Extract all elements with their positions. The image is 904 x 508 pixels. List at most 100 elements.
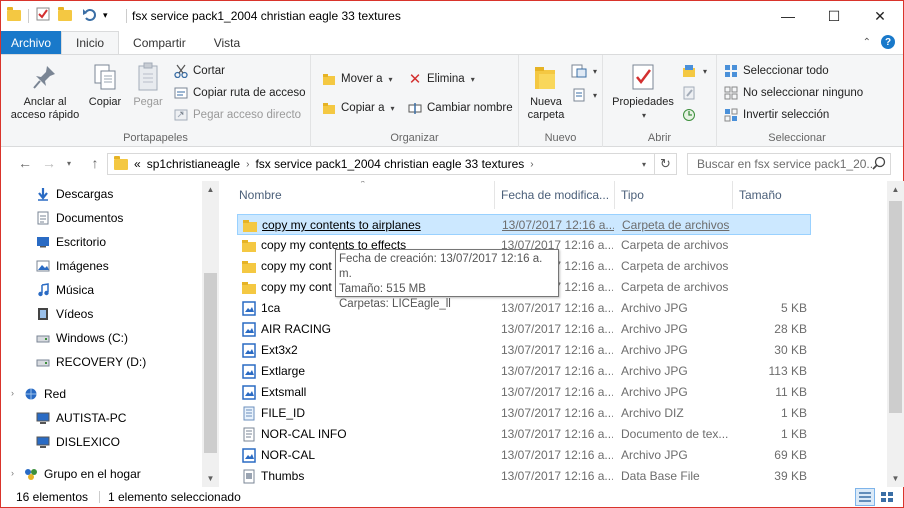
file-row[interactable]: Extlarge 13/07/2017 12:16 a.... Archivo JP… [237,361,811,382]
folder-info-tooltip: Fecha de creación: 13/07/2017 12:16 a. m… [335,249,559,310]
file-date: 13/07/2017 12:16 a.... [501,448,613,462]
back-arrow-icon[interactable]: ← [15,155,35,171]
window-title: fsx service pack1_2004 christian eagle 3… [132,9,401,23]
scroll-up-icon[interactable]: ▲ [202,181,219,198]
properties-check-icon[interactable] [36,7,50,24]
nav-item-red[interactable]: Red [23,387,66,401]
new-folder-quick-icon[interactable] [58,7,72,21]
nav-item-autista-pc[interactable]: AUTISTA-PC [35,411,126,425]
copy-to-button[interactable]: Copiar a ▾ [321,100,394,116]
address-bar[interactable]: « sp1christianeagle › fsx service pack1_… [107,153,677,175]
file-list-scrollbar[interactable]: ▲ ▼ [887,181,904,487]
file-row[interactable]: copy my contents to airplanes 13/07/2017 … [237,214,811,235]
select-none-button[interactable]: No seleccionar ninguno [723,85,863,101]
new-item-button[interactable]: ▾ [571,63,597,79]
breadcrumb-current-folder[interactable]: fsx service pack1_2004 christian eagle 3… [255,157,524,171]
cut-button[interactable]: Cortar [173,63,225,79]
file-name: AIR RACING [261,322,332,336]
nav-pane-scrollbar[interactable]: ▲ ▼ [202,181,219,487]
file-size: 39 KB [774,469,807,483]
breadcrumb-chevron-icon[interactable]: › [530,159,533,170]
column-header-name[interactable]: Nombre [233,181,495,209]
file-name: Ext3x2 [261,343,298,357]
move-to-button[interactable]: Mover a ▾ [321,71,393,87]
nav-item-windows-c[interactable]: Windows (C:) [35,331,128,345]
nav-item-v-deos[interactable]: Vídeos [35,307,93,321]
tab-inicio[interactable]: Inicio [61,31,120,55]
nav-item-escritorio[interactable]: Escritorio [35,235,106,249]
jpg-file-icon [241,322,257,337]
file-row[interactable]: Extsmall 13/07/2017 12:16 a.... Archivo JP… [237,382,811,403]
scroll-up-icon[interactable]: ▲ [887,181,904,198]
paste-button[interactable]: Pegar [128,61,168,109]
file-row[interactable]: AIR RACING 13/07/2017 12:16 a.... Archivo … [237,319,811,340]
file-row[interactable]: NOR-CAL INFO 13/07/2017 12:16 a.... Docume… [237,424,811,445]
nav-item-label: Documentos [56,211,124,225]
help-icon[interactable]: ? [881,35,895,49]
nav-item-descargas[interactable]: Descargas [35,187,113,201]
scroll-down-icon[interactable]: ▼ [202,470,219,487]
jpg-file-icon [241,364,257,379]
forward-arrow-icon[interactable]: → [39,155,59,171]
nav-item-m-sica[interactable]: Música [35,283,94,297]
minimize-button[interactable]: — [765,1,811,31]
breadcrumb-overflow[interactable]: « [134,157,141,171]
invert-selection-button[interactable]: Invertir selección [723,107,829,123]
history-clock-icon [681,107,697,123]
refresh-icon[interactable]: ↻ [654,154,676,174]
breadcrumb-chevron-icon[interactable]: › [246,159,249,170]
expand-chevron-icon[interactable]: › [11,388,14,398]
file-date: 13/07/2017 12:16 a.... [501,427,613,441]
ribbon-collapse-icon[interactable]: ⌃ [863,37,871,48]
group-nuevo: Nueva carpeta ▾ ▾ Nuevo [519,55,603,147]
pin-quick-access-button[interactable]: Anclar al acceso rápido [9,61,81,122]
undo-icon[interactable] [82,7,96,24]
history-button[interactable] [681,107,697,123]
group-label-abrir: Abrir [647,132,672,144]
delete-button[interactable]: ✕ Elimina ▾ [407,71,475,88]
recent-locations-icon[interactable]: ▾ [59,159,79,168]
select-all-button[interactable]: Seleccionar todo [723,63,829,79]
close-button[interactable]: ✕ [857,1,903,31]
copy-button[interactable]: Copiar [85,61,125,109]
new-folder-button[interactable]: Nueva carpeta [525,61,567,122]
file-row[interactable]: Ext3x2 13/07/2017 12:16 a.... Archivo JPG 3… [237,340,811,361]
properties-button[interactable]: Propiedades ▾ [611,61,675,122]
file-row[interactable]: FILE_ID 13/07/2017 12:16 a.... Archivo DIZ… [237,403,811,424]
column-header-date[interactable]: Fecha de modifica... [495,181,615,209]
nav-item-im-genes[interactable]: Imágenes [35,259,109,273]
column-header-size[interactable]: Tamaño [733,181,811,209]
column-header-type[interactable]: Tipo [615,181,733,209]
file-row[interactable]: NOR-CAL 13/07/2017 12:16 a.... Archivo JPG… [237,445,811,466]
up-arrow-icon[interactable]: ↑ [85,155,105,171]
nav-pane-scroll-thumb[interactable] [204,273,217,453]
nav-item-recovery-d[interactable]: RECOVERY (D:) [35,355,146,369]
quick-access-dropdown-icon[interactable]: ▾ [103,10,108,21]
copy-path-button[interactable]: Copiar ruta de acceso [173,85,306,101]
edit-button[interactable] [681,85,697,101]
nav-item-dislexico[interactable]: DISLEXICO [35,435,120,449]
tab-compartir[interactable]: Compartir [119,31,200,55]
file-row[interactable]: Thumbs 13/07/2017 12:16 a.... Data Base Fi… [237,466,811,487]
nav-item-grupo-en-el-hogar[interactable]: Grupo en el hogar [23,467,141,481]
properties-icon [627,61,659,93]
expand-chevron-icon[interactable]: › [11,468,14,478]
nav-item-documentos[interactable]: Documentos [35,211,123,225]
search-input[interactable]: Buscar en fsx service pack1_20... [687,153,891,175]
easy-access-button[interactable]: ▾ [571,87,597,103]
breadcrumb-sp1christianeagle[interactable]: sp1christianeagle [147,157,240,171]
rename-button[interactable]: Cambiar nombre [407,100,513,116]
document-icon [35,211,50,225]
file-list-scroll-thumb[interactable] [889,201,902,413]
file-type: Documento de tex... [621,427,729,441]
open-button[interactable]: ▾ [681,63,707,79]
large-icons-view-icon[interactable] [877,488,897,506]
details-view-icon[interactable] [855,488,875,506]
scroll-down-icon[interactable]: ▼ [887,470,904,487]
maximize-button[interactable]: ☐ [811,1,857,31]
tab-vista[interactable]: Vista [200,31,254,55]
file-type: Archivo DIZ [621,406,684,420]
address-history-dropdown-icon[interactable]: ▾ [642,160,646,169]
tab-archivo[interactable]: Archivo [1,31,62,55]
paste-shortcut-button[interactable]: Pegar acceso directo [173,107,301,123]
